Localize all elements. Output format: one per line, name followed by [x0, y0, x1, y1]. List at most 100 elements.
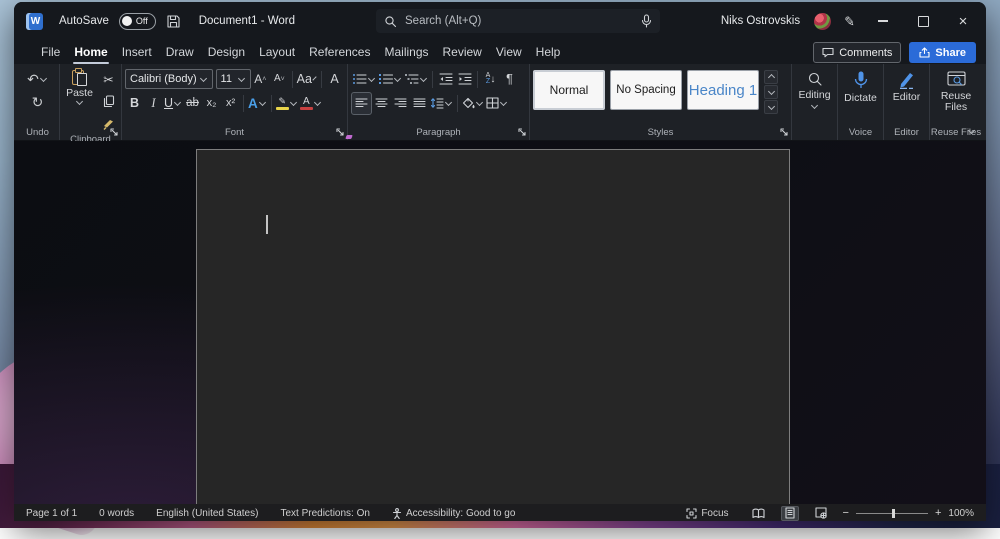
highlight-color-button[interactable]: ✎: [275, 93, 299, 114]
paste-button[interactable]: Paste: [63, 67, 96, 134]
paste-dropdown-icon[interactable]: [76, 98, 83, 105]
styles-more-button[interactable]: [764, 100, 778, 114]
text-effects-button[interactable]: A: [247, 93, 268, 114]
font-color-button[interactable]: A: [299, 93, 323, 114]
comments-label: Comments: [839, 47, 892, 59]
maximize-button[interactable]: [910, 8, 936, 34]
styles-scroll-up-button[interactable]: [764, 70, 778, 84]
search-bar[interactable]: Search (Alt+Q): [376, 9, 660, 33]
copy-button[interactable]: [99, 91, 118, 112]
decrease-indent-button[interactable]: [436, 69, 455, 90]
align-center-button[interactable]: [372, 93, 391, 114]
read-mode-icon: [752, 508, 765, 519]
zoom-in-button[interactable]: +: [935, 507, 941, 519]
style-normal[interactable]: Normal: [533, 70, 605, 110]
editing-search-icon: [807, 71, 823, 87]
tab-draw[interactable]: Draw: [159, 42, 201, 62]
zoom-level[interactable]: 100%: [948, 508, 974, 519]
minimize-button[interactable]: [870, 8, 896, 34]
styles-dialog-launcher-icon[interactable]: [780, 128, 788, 136]
inking-pen-icon[interactable]: ✎: [842, 15, 859, 27]
underline-button[interactable]: U: [163, 93, 183, 114]
web-layout-button[interactable]: [812, 506, 830, 521]
style-no-spacing[interactable]: No Spacing: [610, 70, 682, 110]
editing-button[interactable]: Editing: [795, 67, 834, 124]
undo-dropdown-icon[interactable]: [40, 75, 47, 82]
dictate-button[interactable]: Dictate: [841, 67, 880, 124]
document-canvas[interactable]: [14, 141, 986, 504]
tab-insert[interactable]: Insert: [115, 42, 159, 62]
change-case-button[interactable]: Aa: [296, 69, 318, 90]
shading-button[interactable]: [461, 93, 485, 114]
bullets-button[interactable]: [351, 69, 377, 90]
editor-button[interactable]: Editor: [887, 67, 926, 124]
save-icon[interactable]: [166, 14, 181, 29]
comments-button[interactable]: Comments: [813, 42, 901, 63]
align-left-button[interactable]: [351, 92, 372, 115]
accessibility-status[interactable]: Accessibility: Good to go: [392, 508, 516, 519]
read-mode-button[interactable]: [750, 506, 768, 521]
bold-button[interactable]: B: [125, 93, 144, 114]
comment-bubble-icon: [822, 47, 834, 58]
microphone-icon[interactable]: [641, 14, 652, 28]
zoom-control: − + 100%: [843, 507, 974, 519]
justify-button[interactable]: [410, 93, 429, 114]
superscript-button[interactable]: x²: [221, 93, 240, 114]
font-group: Calibri (Body) 11 A˄ A˅ Aa A: [122, 64, 348, 140]
line-spacing-button[interactable]: [429, 93, 454, 114]
zoom-slider-thumb[interactable]: [892, 509, 895, 518]
borders-button[interactable]: [485, 93, 509, 114]
highlight-bar-icon: [276, 107, 289, 110]
undo-button[interactable]: ↶: [26, 69, 49, 90]
autosave-toggle[interactable]: Off: [119, 13, 156, 30]
tab-layout[interactable]: Layout: [252, 42, 302, 62]
font-dialog-launcher-icon[interactable]: [336, 128, 344, 136]
increase-indent-button[interactable]: [455, 69, 474, 90]
user-avatar[interactable]: [814, 13, 831, 30]
subscript-button[interactable]: x₂: [202, 93, 221, 114]
page-indicator[interactable]: Page 1 of 1: [26, 508, 77, 519]
sort-button[interactable]: AZ ↓: [481, 69, 500, 90]
tab-review[interactable]: Review: [436, 42, 489, 62]
paragraph-group: AZ ↓ ¶: [348, 64, 530, 140]
close-button[interactable]: ×: [950, 8, 976, 34]
multilevel-list-button[interactable]: [403, 69, 429, 90]
tab-help[interactable]: Help: [529, 42, 568, 62]
strikethrough-button[interactable]: ab: [183, 93, 202, 114]
italic-button[interactable]: I: [144, 93, 163, 114]
text-predictions-indicator[interactable]: Text Predictions: On: [280, 508, 369, 519]
cut-button[interactable]: ✂: [99, 69, 118, 90]
shrink-font-button[interactable]: A˅: [270, 69, 289, 90]
reuse-files-button[interactable]: Reuse Files: [933, 67, 979, 124]
align-right-button[interactable]: [391, 93, 410, 114]
word-count[interactable]: 0 words: [99, 508, 134, 519]
tab-home[interactable]: Home: [67, 42, 114, 62]
show-hide-marks-button[interactable]: ¶: [500, 69, 519, 90]
font-name-select[interactable]: Calibri (Body): [125, 69, 213, 89]
tab-view[interactable]: View: [489, 42, 529, 62]
zoom-out-button[interactable]: −: [843, 507, 849, 519]
zoom-slider[interactable]: [856, 513, 928, 514]
tab-design[interactable]: Design: [201, 42, 252, 62]
tab-file[interactable]: File: [34, 42, 67, 62]
paragraph-dialog-launcher-icon[interactable]: [518, 128, 526, 136]
dictate-microphone-icon: [854, 71, 868, 90]
share-button[interactable]: Share: [909, 42, 976, 63]
print-layout-button[interactable]: [781, 506, 799, 521]
language-indicator[interactable]: English (United States): [156, 508, 258, 519]
focus-mode-button[interactable]: Focus: [686, 508, 728, 519]
word-logo-icon[interactable]: W: [26, 13, 43, 30]
style-heading1[interactable]: Heading 1: [687, 70, 759, 110]
font-size-select[interactable]: 11: [216, 69, 251, 89]
share-icon: [919, 47, 930, 58]
numbering-button[interactable]: [377, 69, 403, 90]
styles-scroll-down-button[interactable]: [764, 85, 778, 99]
clipboard-dialog-launcher-icon[interactable]: [110, 128, 118, 136]
document-page[interactable]: [196, 149, 790, 504]
redo-button[interactable]: ↻: [28, 92, 47, 113]
clear-formatting-button[interactable]: A: [325, 69, 344, 90]
tab-references[interactable]: References: [302, 42, 377, 62]
tab-mailings[interactable]: Mailings: [377, 42, 435, 62]
grow-font-button[interactable]: A˄: [251, 69, 270, 90]
user-name[interactable]: Niks Ostrovskis: [721, 15, 800, 27]
